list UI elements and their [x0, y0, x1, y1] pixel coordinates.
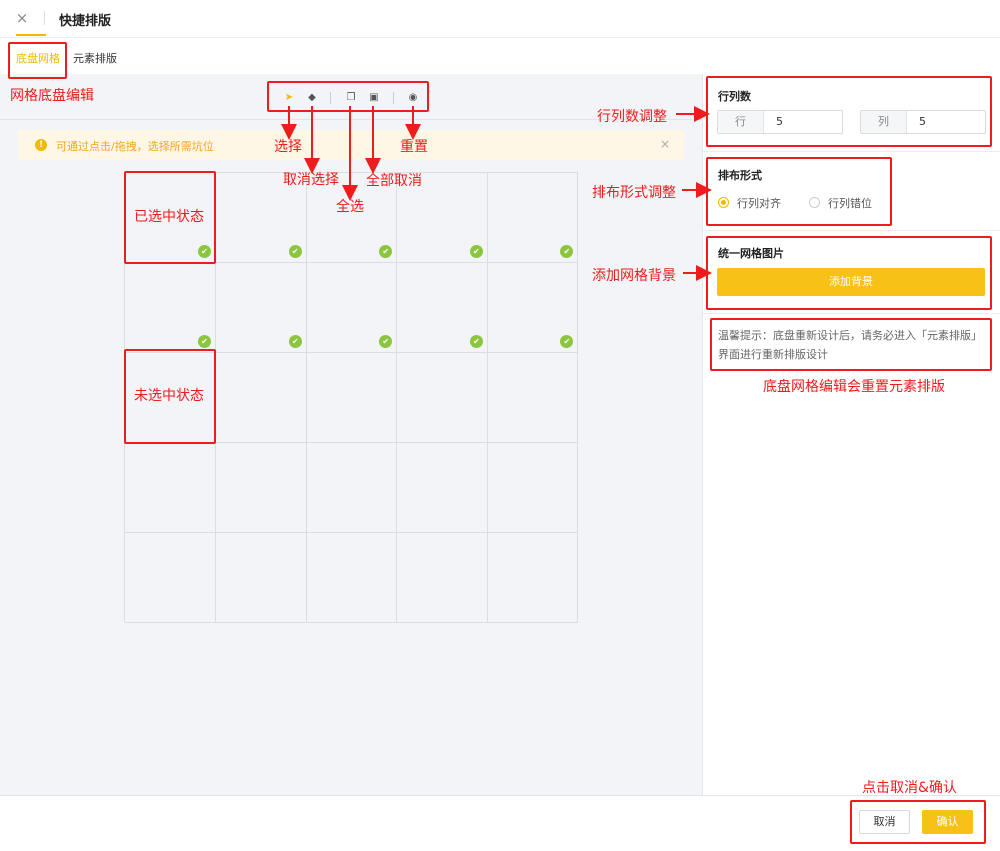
grid-cell[interactable]: ✔: [396, 263, 488, 353]
check-icon: ✔: [469, 245, 483, 258]
annotation-reset: 重置: [400, 139, 428, 155]
grid-cell[interactable]: [487, 443, 579, 533]
grid-cell[interactable]: [306, 533, 398, 623]
check-icon: ✔: [469, 335, 483, 348]
annotation-clear-all: 全部取消: [366, 173, 422, 189]
annotation-deselect: 取消选择: [283, 172, 339, 188]
warning-icon: !: [35, 139, 47, 151]
grid-cell[interactable]: [487, 533, 579, 623]
grid-cell[interactable]: [125, 533, 216, 623]
annotation-selected-state: 已选中状态: [134, 209, 204, 225]
annotation-reset-warning: 底盘网格编辑会重置元素排版: [763, 379, 945, 395]
header-divider: [44, 11, 45, 25]
annotation-select-all: 全选: [336, 199, 364, 215]
grid-cell[interactable]: [125, 443, 216, 533]
annotation-layout: 排布形式调整: [592, 185, 676, 201]
grid-cell[interactable]: [396, 353, 488, 443]
grid-cell[interactable]: ✔: [487, 263, 579, 353]
grid-cell[interactable]: [215, 353, 307, 443]
annotation-box-rowcol: [706, 76, 992, 147]
tab-bar: 底盘网格 元素排版: [0, 38, 1000, 74]
panel-divider: [703, 151, 1000, 152]
annotation-box-background: [706, 236, 992, 310]
panel-divider: [703, 313, 1000, 314]
active-tab-indicator: [16, 34, 46, 36]
hint-text: 可通过点击/拖拽，选择所需坑位: [56, 140, 214, 153]
panel-divider: [703, 230, 1000, 231]
annotation-box-toolbar: [267, 81, 429, 112]
check-icon: ✔: [560, 335, 574, 348]
notice-close-icon[interactable]: ×: [660, 137, 670, 151]
close-icon[interactable]: ×: [13, 9, 31, 27]
annotation-box-footer: [850, 800, 986, 844]
check-icon: ✔: [198, 335, 211, 348]
annotation-rowcol: 行列数调整: [597, 109, 667, 125]
dialog-title: 快捷排版: [59, 14, 112, 29]
check-icon: ✔: [379, 245, 393, 258]
check-icon: ✔: [560, 245, 574, 258]
grid-cell[interactable]: [487, 353, 579, 443]
grid-cell[interactable]: [306, 443, 398, 533]
annotation-box-tab: [8, 42, 67, 79]
annotation-grid-edit: 网格底盘编辑: [10, 88, 94, 104]
grid-cell[interactable]: ✔: [306, 263, 398, 353]
annotation-cancel-confirm: 点击取消&确认: [862, 780, 957, 796]
hint-notice: ! 可通过点击/拖拽，选择所需坑位 ×: [18, 130, 684, 160]
annotation-select: 选择: [274, 139, 302, 155]
tab-element-layout[interactable]: 元素排版: [73, 50, 117, 66]
grid-cell[interactable]: [306, 353, 398, 443]
annotation-unselected-state: 未选中状态: [134, 388, 204, 404]
grid-cell[interactable]: [215, 533, 307, 623]
annotation-box-layout: [706, 157, 892, 226]
grid-cell[interactable]: [215, 443, 307, 533]
annotation-box-tip: [710, 318, 992, 371]
check-icon: ✔: [288, 245, 302, 258]
check-icon: ✔: [288, 335, 302, 348]
grid-cell[interactable]: [396, 533, 488, 623]
grid-cell[interactable]: ✔: [125, 263, 216, 353]
grid-cell[interactable]: [396, 443, 488, 533]
annotation-add-bg: 添加网格背景: [592, 268, 676, 284]
grid-cell[interactable]: ✔: [487, 173, 579, 263]
dialog-header: × 快捷排版: [0, 0, 1000, 38]
check-icon: ✔: [379, 335, 393, 348]
grid-cell[interactable]: ✔: [215, 263, 307, 353]
